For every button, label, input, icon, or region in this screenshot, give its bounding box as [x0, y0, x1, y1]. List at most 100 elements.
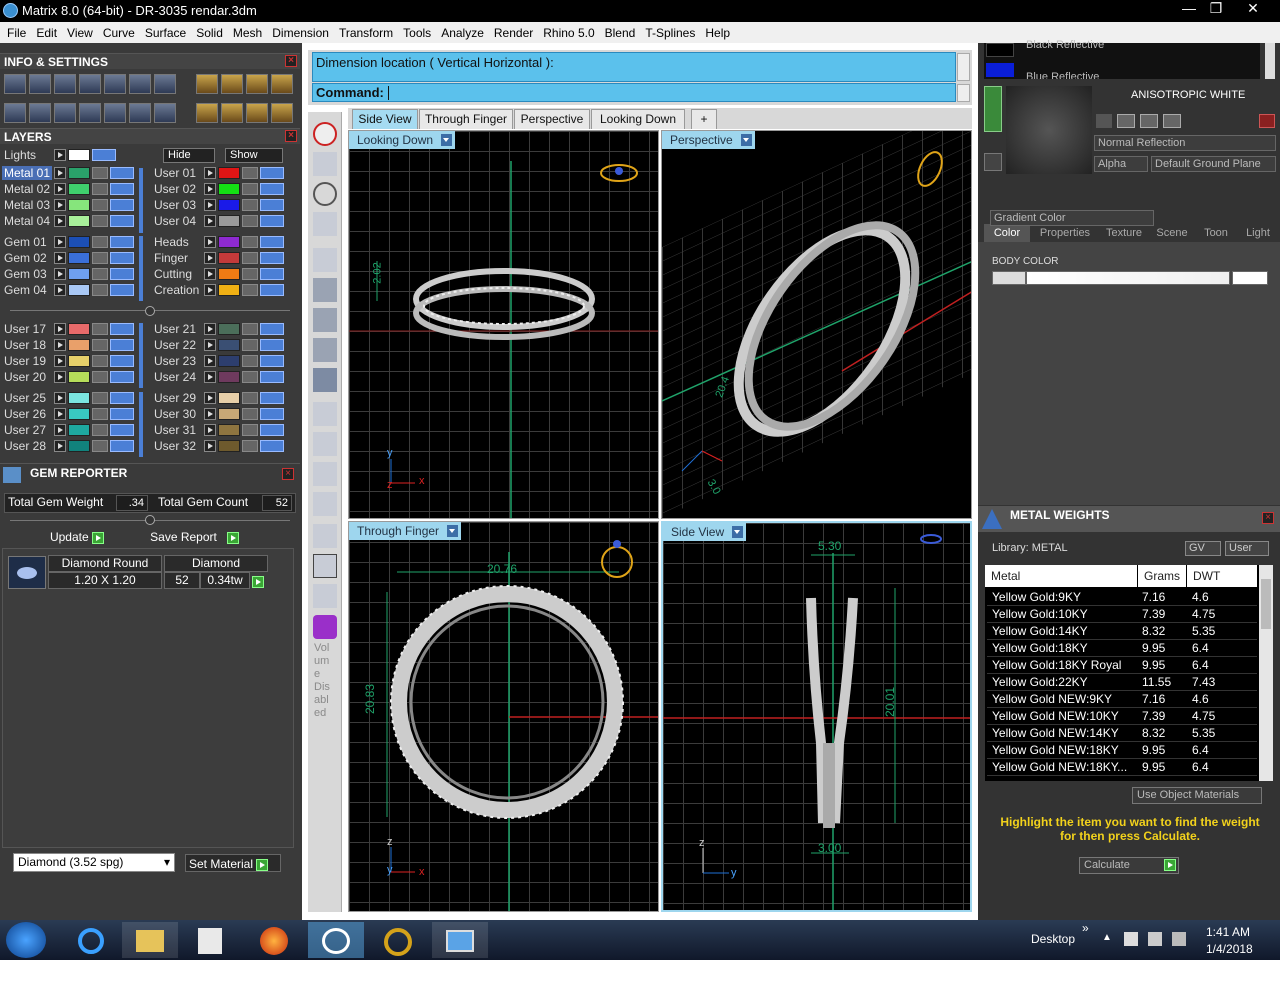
- lights-arrow-icon[interactable]: [54, 149, 66, 161]
- layer-color-swatch[interactable]: [218, 236, 240, 248]
- layer-color-swatch[interactable]: [218, 167, 240, 179]
- black-swatch[interactable]: [986, 43, 1014, 57]
- lock-icon[interactable]: [92, 424, 108, 436]
- material-select[interactable]: Diamond (3.52 spg) ▾: [13, 853, 175, 872]
- col-metal[interactable]: Metal: [985, 565, 1137, 587]
- library-icon[interactable]: [1117, 114, 1135, 128]
- command-line[interactable]: Command:: [312, 83, 956, 102]
- layer-arrow-icon[interactable]: [54, 199, 66, 211]
- globe-icon[interactable]: [313, 182, 337, 206]
- history-scrollbar[interactable]: [957, 53, 970, 81]
- visibility-toggle[interactable]: [110, 355, 134, 367]
- lock-icon[interactable]: [242, 167, 258, 179]
- start-button[interactable]: [6, 922, 46, 958]
- export-icon[interactable]: [1140, 114, 1158, 128]
- visibility-toggle[interactable]: [260, 355, 284, 367]
- frame2-icon[interactable]: [246, 74, 268, 94]
- lock-icon[interactable]: [242, 355, 258, 367]
- tab-texture[interactable]: Texture: [1098, 224, 1150, 242]
- layer-row[interactable]: Metal 03: [0, 197, 145, 213]
- use-object-materials-toggle[interactable]: Use Object Materials: [1132, 787, 1262, 804]
- layer-arrow-icon[interactable]: [204, 323, 216, 335]
- save-report-button[interactable]: Save Report: [132, 528, 257, 546]
- metal-row[interactable]: Yellow Gold NEW:18KY... 9.95 6.4: [987, 759, 1257, 776]
- lights-visibility[interactable]: [92, 149, 116, 161]
- menu-file[interactable]: File: [2, 26, 31, 40]
- material-item-black[interactable]: Black Reflective: [1026, 39, 1104, 51]
- metal-row[interactable]: Yellow Gold NEW:10KY 7.39 4.75: [987, 708, 1257, 725]
- layer-arrow-icon[interactable]: [54, 215, 66, 227]
- layer-row[interactable]: User 17: [0, 321, 145, 337]
- tab-scene[interactable]: Scene: [1150, 224, 1194, 242]
- walk-icon[interactable]: [313, 584, 337, 608]
- layer-row[interactable]: User 29: [150, 390, 295, 406]
- axes-icon[interactable]: [313, 248, 337, 272]
- explorer-icon[interactable]: [122, 922, 178, 958]
- set-material-button[interactable]: Set Material: [185, 854, 281, 872]
- gem-splitter-handle-icon[interactable]: [145, 515, 155, 525]
- close-button[interactable]: ✕: [1240, 0, 1266, 18]
- lock-icon[interactable]: [242, 236, 258, 248]
- layer-row[interactable]: User 19: [0, 353, 145, 369]
- toolbar-expand-icon[interactable]: »: [1082, 921, 1089, 935]
- menu-render[interactable]: Render: [489, 26, 538, 40]
- viewport-label-looking-down[interactable]: Looking Down: [349, 131, 456, 149]
- layer-row[interactable]: User 31: [150, 422, 295, 438]
- layer-color-swatch[interactable]: [68, 355, 90, 367]
- snap-icon[interactable]: [196, 74, 218, 94]
- grid-icon[interactable]: [4, 103, 26, 123]
- layer-color-swatch[interactable]: [218, 215, 240, 227]
- visibility-toggle[interactable]: [260, 236, 284, 248]
- visibility-toggle[interactable]: [260, 199, 284, 211]
- visibility-toggle[interactable]: [260, 284, 284, 296]
- layer-arrow-icon[interactable]: [54, 424, 66, 436]
- layer-arrow-icon[interactable]: [54, 167, 66, 179]
- layer-arrow-icon[interactable]: [204, 252, 216, 264]
- lock-icon[interactable]: [242, 183, 258, 195]
- menu-blend[interactable]: Blend: [600, 26, 641, 40]
- menu-rhino[interactable]: Rhino 5.0: [538, 26, 599, 40]
- layer-color-swatch[interactable]: [68, 339, 90, 351]
- metal-row[interactable]: Yellow Gold:18KY Royal 9.95 6.4: [987, 657, 1257, 674]
- visibility-toggle[interactable]: [260, 167, 284, 179]
- layer-arrow-icon[interactable]: [54, 392, 66, 404]
- metal-row[interactable]: Yellow Gold NEW:9KY 7.16 4.6: [987, 691, 1257, 708]
- layer-row[interactable]: User 22: [150, 337, 295, 353]
- metal-weights-close-icon[interactable]: ×: [1262, 512, 1274, 524]
- lock-icon[interactable]: [242, 408, 258, 420]
- layer-arrow-icon[interactable]: [204, 215, 216, 227]
- visibility-toggle[interactable]: [260, 268, 284, 280]
- gem-reporter-close-icon[interactable]: ×: [282, 468, 294, 480]
- layer-color-swatch[interactable]: [218, 355, 240, 367]
- firefox-icon[interactable]: [246, 922, 302, 958]
- layer-arrow-icon[interactable]: [204, 199, 216, 211]
- user-toggle[interactable]: User: [1225, 541, 1269, 556]
- rotate-icon[interactable]: [221, 103, 243, 123]
- layer-row[interactable]: User 21: [150, 321, 295, 337]
- visibility-toggle[interactable]: [110, 339, 134, 351]
- lock-icon[interactable]: [92, 355, 108, 367]
- layer-arrow-icon[interactable]: [54, 183, 66, 195]
- lock-icon[interactable]: [242, 268, 258, 280]
- layer-color-swatch[interactable]: [68, 215, 90, 227]
- layer-color-swatch[interactable]: [218, 199, 240, 211]
- layer-arrow-icon[interactable]: [54, 252, 66, 264]
- menu-surface[interactable]: Surface: [140, 26, 191, 40]
- ie-icon[interactable]: [62, 922, 118, 958]
- layer-color-swatch[interactable]: [68, 323, 90, 335]
- layer-row[interactable]: User 01: [150, 165, 295, 181]
- menu-edit[interactable]: Edit: [31, 26, 62, 40]
- layer-color-swatch[interactable]: [68, 199, 90, 211]
- visibility-toggle[interactable]: [260, 371, 284, 383]
- layer-arrow-icon[interactable]: [54, 339, 66, 351]
- layer-row[interactable]: User 20: [0, 369, 145, 385]
- cube-icon[interactable]: [154, 74, 176, 94]
- layer-color-swatch[interactable]: [218, 408, 240, 420]
- gradient-color-select[interactable]: Gradient Color: [990, 210, 1154, 226]
- gradient-end-color[interactable]: [1232, 271, 1268, 285]
- menu-tsplines[interactable]: T-Splines: [640, 26, 700, 40]
- layer-color-swatch[interactable]: [218, 323, 240, 335]
- layer-color-swatch[interactable]: [218, 392, 240, 404]
- lock-icon[interactable]: [92, 408, 108, 420]
- tab-perspective[interactable]: Perspective: [514, 109, 590, 129]
